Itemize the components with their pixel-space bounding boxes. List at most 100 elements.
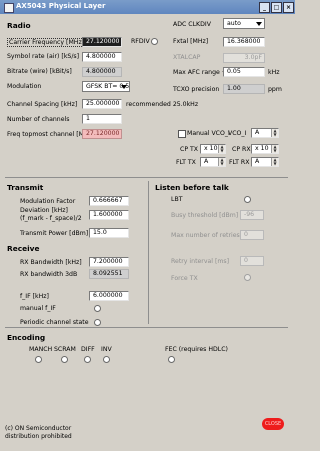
manual-f-if-label: manual f_IF <box>20 305 56 312</box>
tcxo-label: TCXO precision <box>173 86 220 93</box>
app-icon <box>4 3 14 13</box>
transmit-heading: Transmit <box>7 183 44 192</box>
modulation-factor-input[interactable]: 0.666667 <box>89 196 129 206</box>
periodic-channel-state-radio[interactable] <box>94 319 101 326</box>
lbt-label: LBT <box>171 196 183 203</box>
tcxo-unit: ppm <box>268 86 282 93</box>
max-retries-input: 0 <box>240 230 264 240</box>
xtalcap-value: 3.0pF <box>223 53 265 63</box>
window-title: AX5043 Physical Layer <box>16 2 106 10</box>
retry-interval-input: 0 <box>240 256 264 266</box>
modulation-label: Modulation <box>7 83 42 90</box>
adc-clkdiv-select[interactable]: auto <box>223 18 265 29</box>
flt-rx-label: FLT RX <box>229 159 250 166</box>
adc-clkdiv-value: auto <box>227 20 241 27</box>
receive-heading: Receive <box>7 244 40 253</box>
spinner-icon[interactable]: ▲ ▼ <box>271 145 278 153</box>
scram-radio[interactable] <box>61 356 68 363</box>
manual-vco-label: Manual VCO_I <box>187 130 230 137</box>
deviation-label: Deviation [kHz] <box>20 207 68 214</box>
number-of-channels-input[interactable]: 1 <box>82 114 122 124</box>
lbt-divider <box>148 181 149 324</box>
force-tx-radio <box>244 274 251 281</box>
fxtal-label: Fxtal [MHz] <box>173 38 209 45</box>
minimize-icon[interactable]: _ <box>259 2 270 13</box>
retry-interval-label: Retry interval [ms] <box>171 258 230 265</box>
copyright-line-2: distribution prohibited <box>5 433 72 440</box>
bitrate-value: 4.800000 <box>82 67 122 77</box>
transmit-power-input[interactable]: 15.0 <box>89 228 129 238</box>
lbt-radio[interactable] <box>244 196 251 203</box>
rx-bandwidth-input[interactable]: 7.200000 <box>89 257 129 267</box>
deviation-input[interactable]: 1.600000 <box>89 210 129 220</box>
scram-label: SCRAM <box>54 346 76 353</box>
manch-label: MANCH <box>29 346 53 353</box>
max-afc-unit: kHz <box>268 69 280 76</box>
cp-tx-input[interactable]: x 10 ▲ ▼ <box>200 144 226 154</box>
manual-vco-checkbox[interactable] <box>178 130 186 138</box>
modulation-factor-label: Modulation Factor <box>20 198 76 205</box>
f-if-input[interactable]: 6.000000 <box>89 291 129 301</box>
spinner-icon[interactable]: ▲ ▼ <box>218 158 225 166</box>
flt-rx-input[interactable]: A ▲ ▼ <box>251 157 279 167</box>
deviation-sublabel: (f_mark - f_space)/2 <box>20 215 82 222</box>
cp-rx-input[interactable]: x 10 ▲ ▼ <box>251 144 279 154</box>
transmit-power-label: Transmit Power [dBm] <box>20 230 89 237</box>
number-of-channels-label: Number of channels <box>7 116 70 123</box>
fec-label: FEC (requires HDLC) <box>165 346 228 353</box>
f-if-label: f_IF [kHz] <box>20 293 49 300</box>
diff-label: DIFF <box>81 346 95 353</box>
channel-spacing-input[interactable]: 25.000000 <box>82 99 122 109</box>
inv-radio[interactable] <box>103 356 110 363</box>
carrier-frequency-input[interactable]: 27.120000 <box>82 37 122 47</box>
flt-tx-label: FLT TX <box>176 159 196 166</box>
chevron-down-icon <box>121 85 127 89</box>
rx-bandwidth-3db-label: RX bandwidth 3dB <box>20 271 78 278</box>
manual-f-if-radio[interactable] <box>94 305 101 312</box>
topmost-channel-value: 27.120000 <box>82 129 122 139</box>
flt-tx-input[interactable]: A ▲ ▼ <box>200 157 226 167</box>
spinner-icon[interactable]: ▲ ▼ <box>271 129 278 137</box>
symbol-rate-label: Symbol rate (air) [kS/s] <box>7 53 80 60</box>
rfdiv-radio[interactable] <box>151 38 158 45</box>
vco-i-label: VCO_I <box>228 130 247 137</box>
max-afc-input[interactable]: 0.05 <box>223 67 265 77</box>
force-tx-label: Force TX <box>171 275 198 282</box>
copyright-line-1: (c) ON Semiconductor <box>5 425 72 432</box>
maximize-icon[interactable]: □ <box>271 2 282 13</box>
cp-rx-label: CP RX <box>232 146 251 153</box>
chevron-down-icon <box>256 22 262 26</box>
inv-label: INV <box>101 346 112 353</box>
modulation-select[interactable]: GFSK BT= 0.5 <box>82 81 130 92</box>
adc-clkdiv-label: ADC CLKDIV <box>173 21 211 28</box>
close-button[interactable]: CLOSE <box>262 418 284 430</box>
close-icon[interactable]: × <box>283 2 294 13</box>
channel-spacing-recommend: recommended 25.0kHz <box>126 101 199 108</box>
spinner-icon[interactable]: ▲ ▼ <box>218 145 225 153</box>
encoding-heading: Encoding <box>7 333 46 342</box>
section-divider <box>5 177 288 178</box>
periodic-channel-state-label: Periodic channel state <box>20 319 89 326</box>
tcxo-value: 1.00 <box>223 84 265 94</box>
bitrate-label: Bitrate (wire) [kBit/s] <box>7 68 72 75</box>
rx-bandwidth-3db-value: 8.092551 <box>89 269 129 279</box>
copyright-text: (c) ON Semiconductor distribution prohib… <box>5 425 72 441</box>
carrier-frequency-label: Carrier Frequency [MHz] <box>7 38 87 47</box>
manch-radio[interactable] <box>35 356 42 363</box>
spinner-icon[interactable]: ▲ ▼ <box>271 158 278 166</box>
diff-radio[interactable] <box>84 356 91 363</box>
vco-i-input[interactable]: A ▲ ▼ <box>251 128 279 138</box>
radio-heading: Radio <box>7 21 31 30</box>
section-divider <box>5 327 288 328</box>
rfdiv-label: RFDIV <box>131 38 150 45</box>
busy-threshold-input: -96 <box>240 210 264 220</box>
title-bar: AX5043 Physical Layer _ □ × <box>0 0 295 14</box>
xtalcap-label: XTALCAP <box>173 54 201 61</box>
channel-spacing-label: Channel Spacing [kHz] <box>7 101 78 108</box>
busy-threshold-label: Busy threshold [dBm] <box>171 212 239 219</box>
max-retries-label: Max number of retries <box>171 232 240 239</box>
fec-radio[interactable] <box>168 356 175 363</box>
symbol-rate-input[interactable]: 4.800000 <box>82 52 122 62</box>
fxtal-input[interactable]: 16.368000 <box>223 37 265 47</box>
cp-tx-label: CP TX <box>180 146 199 153</box>
